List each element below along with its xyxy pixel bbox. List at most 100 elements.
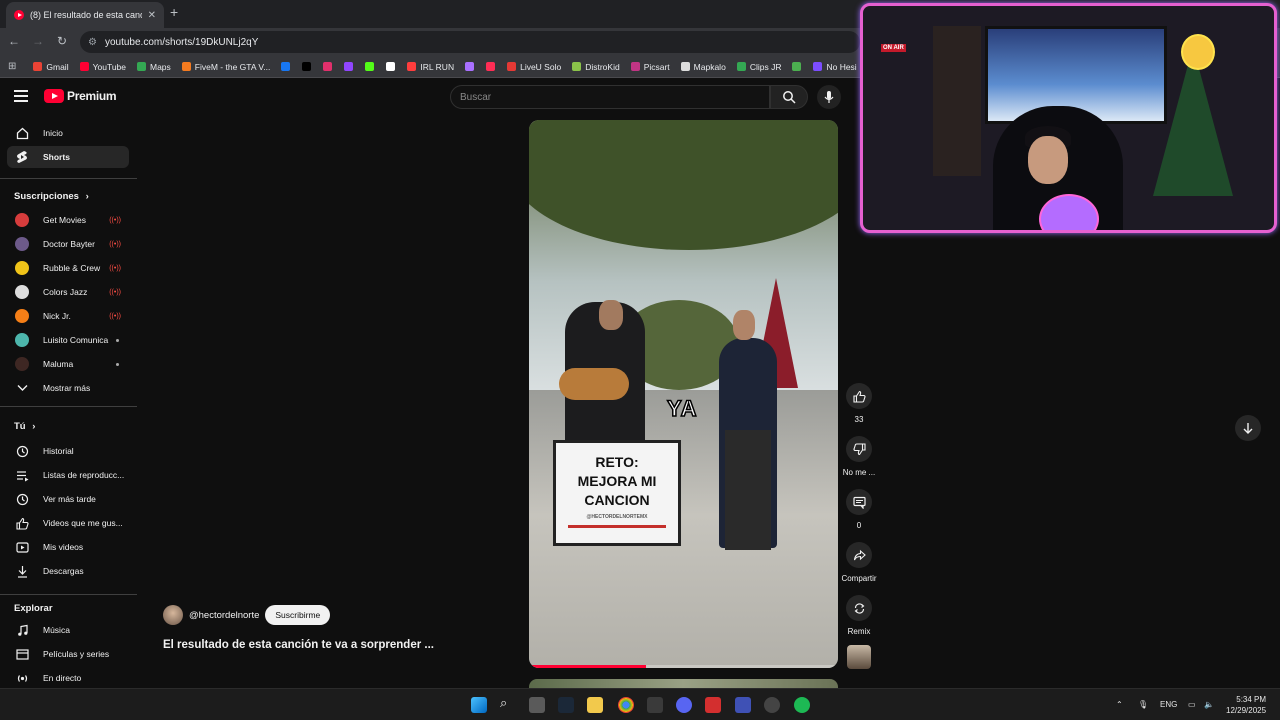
bookmark-item[interactable]: [386, 62, 399, 71]
task-view-icon[interactable]: [529, 697, 545, 713]
microphone-icon[interactable]: 🎙: [1138, 700, 1148, 709]
singer-head: [733, 310, 755, 340]
bookmark-item[interactable]: [465, 62, 478, 71]
webcam-overlay: ON AIR: [860, 3, 1277, 233]
app-icon[interactable]: [705, 697, 721, 713]
sidebar-item[interactable]: Colors Jazz ((•)): [7, 281, 129, 303]
subscriptions-heading[interactable]: Suscripciones ›: [14, 191, 89, 202]
sidebar-item-label: Colors Jazz: [43, 287, 88, 297]
sidebar-item-inicio[interactable]: Inicio: [7, 122, 129, 144]
next-short-preview[interactable]: [529, 679, 838, 688]
search-input[interactable]: Buscar: [450, 85, 770, 109]
bookmark-item[interactable]: [486, 62, 499, 71]
bookmark-item[interactable]: FiveM - the GTA V...: [181, 62, 270, 72]
comments-button[interactable]: [846, 489, 872, 515]
comments-label: 0: [856, 521, 862, 530]
menu-icon[interactable]: [14, 90, 28, 105]
bookmark-item[interactable]: Clips JR: [736, 61, 782, 72]
sidebar-item[interactable]: Descargas: [7, 560, 129, 582]
language-indicator[interactable]: ENG: [1160, 700, 1177, 709]
sidebar-item[interactable]: Listas de reproducc...: [7, 464, 129, 486]
channel-avatar[interactable]: [163, 605, 183, 625]
store-icon[interactable]: [647, 697, 663, 713]
bookmark-item[interactable]: [281, 62, 294, 71]
next-video-button[interactable]: [1235, 415, 1261, 441]
search-icon[interactable]: ⌕: [500, 695, 516, 711]
tray-chevron-icon[interactable]: ⌃: [1116, 700, 1123, 709]
sidebar-item[interactable]: Películas y series: [7, 643, 129, 665]
bookmark-item[interactable]: [323, 62, 336, 71]
bookmark-item[interactable]: [365, 62, 378, 71]
sidebar-item[interactable]: En directo: [7, 667, 129, 689]
bookmark-item[interactable]: No Hesi: [813, 62, 857, 72]
shorts-video-player[interactable]: RETO: MEJORA MI CANCION @HECTORDELNORTEM…: [529, 120, 838, 668]
sidebar-item[interactable]: Videos que me gus...: [7, 512, 129, 534]
back-icon[interactable]: ←: [6, 34, 22, 48]
you-heading[interactable]: Tú ›: [14, 421, 35, 432]
sidebar-item[interactable]: Doctor Bayter ((•)): [7, 233, 129, 255]
forward-icon[interactable]: →: [30, 34, 46, 48]
share-button[interactable]: [846, 542, 872, 568]
bookmark-item[interactable]: Mapkalo: [680, 62, 726, 72]
clock[interactable]: 5:34 PM 12/29/2025: [1226, 694, 1266, 716]
sidebar-item[interactable]: Historial: [7, 440, 129, 462]
obs-icon[interactable]: [764, 697, 780, 713]
subscribe-button[interactable]: Suscribirme: [265, 605, 331, 625]
sidebar-item[interactable]: Get Movies ((•)): [7, 209, 129, 231]
sidebar-item[interactable]: Mis videos: [7, 536, 129, 558]
chrome-icon[interactable]: [618, 697, 634, 713]
like-button[interactable]: [846, 383, 872, 409]
voice-search-button[interactable]: [817, 85, 841, 109]
sidebar-item-shorts[interactable]: Shorts: [7, 146, 129, 168]
spotify-icon[interactable]: [794, 697, 810, 713]
address-bar[interactable]: ⚙ youtube.com/shorts/19DkUNLj2qY: [80, 31, 860, 53]
bookmark-item[interactable]: Gmail: [33, 62, 69, 72]
show-more-button[interactable]: Mostrar más: [7, 377, 129, 399]
site-info-icon[interactable]: ⚙: [88, 37, 97, 48]
sidebar-item[interactable]: Nick Jr. ((•)): [7, 305, 129, 327]
downloads-icon: [15, 564, 29, 578]
bookmark-item[interactable]: [344, 62, 357, 71]
bookmark-item[interactable]: IRL RUN: [407, 62, 454, 72]
video-title[interactable]: El resultado de esta canción te va a sor…: [163, 639, 434, 651]
sidebar-item[interactable]: Luisito Comunica: [7, 329, 129, 351]
sidebar-item[interactable]: Rubble & Crew ((•)): [7, 257, 129, 279]
volume-icon[interactable]: 🔈: [1204, 700, 1214, 709]
bookmark-favicon-icon: [630, 62, 640, 71]
like-action: 33: [840, 383, 878, 424]
bookmark-label: Clips JR: [749, 61, 782, 72]
bookmark-item[interactable]: Maps: [137, 62, 171, 72]
apps-icon[interactable]: ⊞: [8, 61, 16, 72]
sidebar-item[interactable]: Ver más tarde: [7, 488, 129, 510]
bookmark-item[interactable]: DistroKid: [572, 62, 620, 72]
file-explorer-icon[interactable]: [587, 697, 603, 713]
sound-thumbnail[interactable]: [847, 645, 871, 669]
search-button[interactable]: [770, 85, 808, 109]
remix-button[interactable]: [846, 595, 872, 621]
sign-stripe: [568, 525, 666, 528]
bookmark-item[interactable]: [302, 62, 315, 71]
microphone-icon: [824, 91, 834, 103]
live-icon: [15, 671, 29, 685]
tab-close-icon[interactable]: ✕: [148, 10, 156, 21]
bookmark-item[interactable]: LiveU Solo: [507, 62, 561, 72]
discord-icon[interactable]: [676, 697, 692, 713]
youtube-logo[interactable]: Premium: [44, 89, 117, 103]
reload-icon[interactable]: ↻: [54, 34, 70, 48]
divider: [0, 406, 137, 407]
bookmark-item[interactable]: [792, 62, 805, 71]
video-progress-bar[interactable]: [529, 665, 838, 668]
windows-start-icon[interactable]: [471, 697, 487, 713]
bookmark-item[interactable]: Picsart: [630, 62, 670, 72]
app-icon[interactable]: [735, 697, 751, 713]
dislike-button[interactable]: [846, 436, 872, 462]
steam-icon[interactable]: [558, 697, 574, 713]
new-tab-button[interactable]: +: [170, 4, 178, 20]
movies-icon: [15, 647, 29, 661]
channel-name[interactable]: @hectordelnorte: [189, 610, 259, 621]
bookmark-item[interactable]: YouTube: [79, 62, 126, 72]
network-icon[interactable]: ▭: [1188, 700, 1196, 709]
sidebar-item[interactable]: Maluma: [7, 353, 129, 375]
browser-tab[interactable]: (8) El resultado de esta canción ✕: [6, 2, 164, 28]
sidebar-item[interactable]: Música: [7, 619, 129, 641]
